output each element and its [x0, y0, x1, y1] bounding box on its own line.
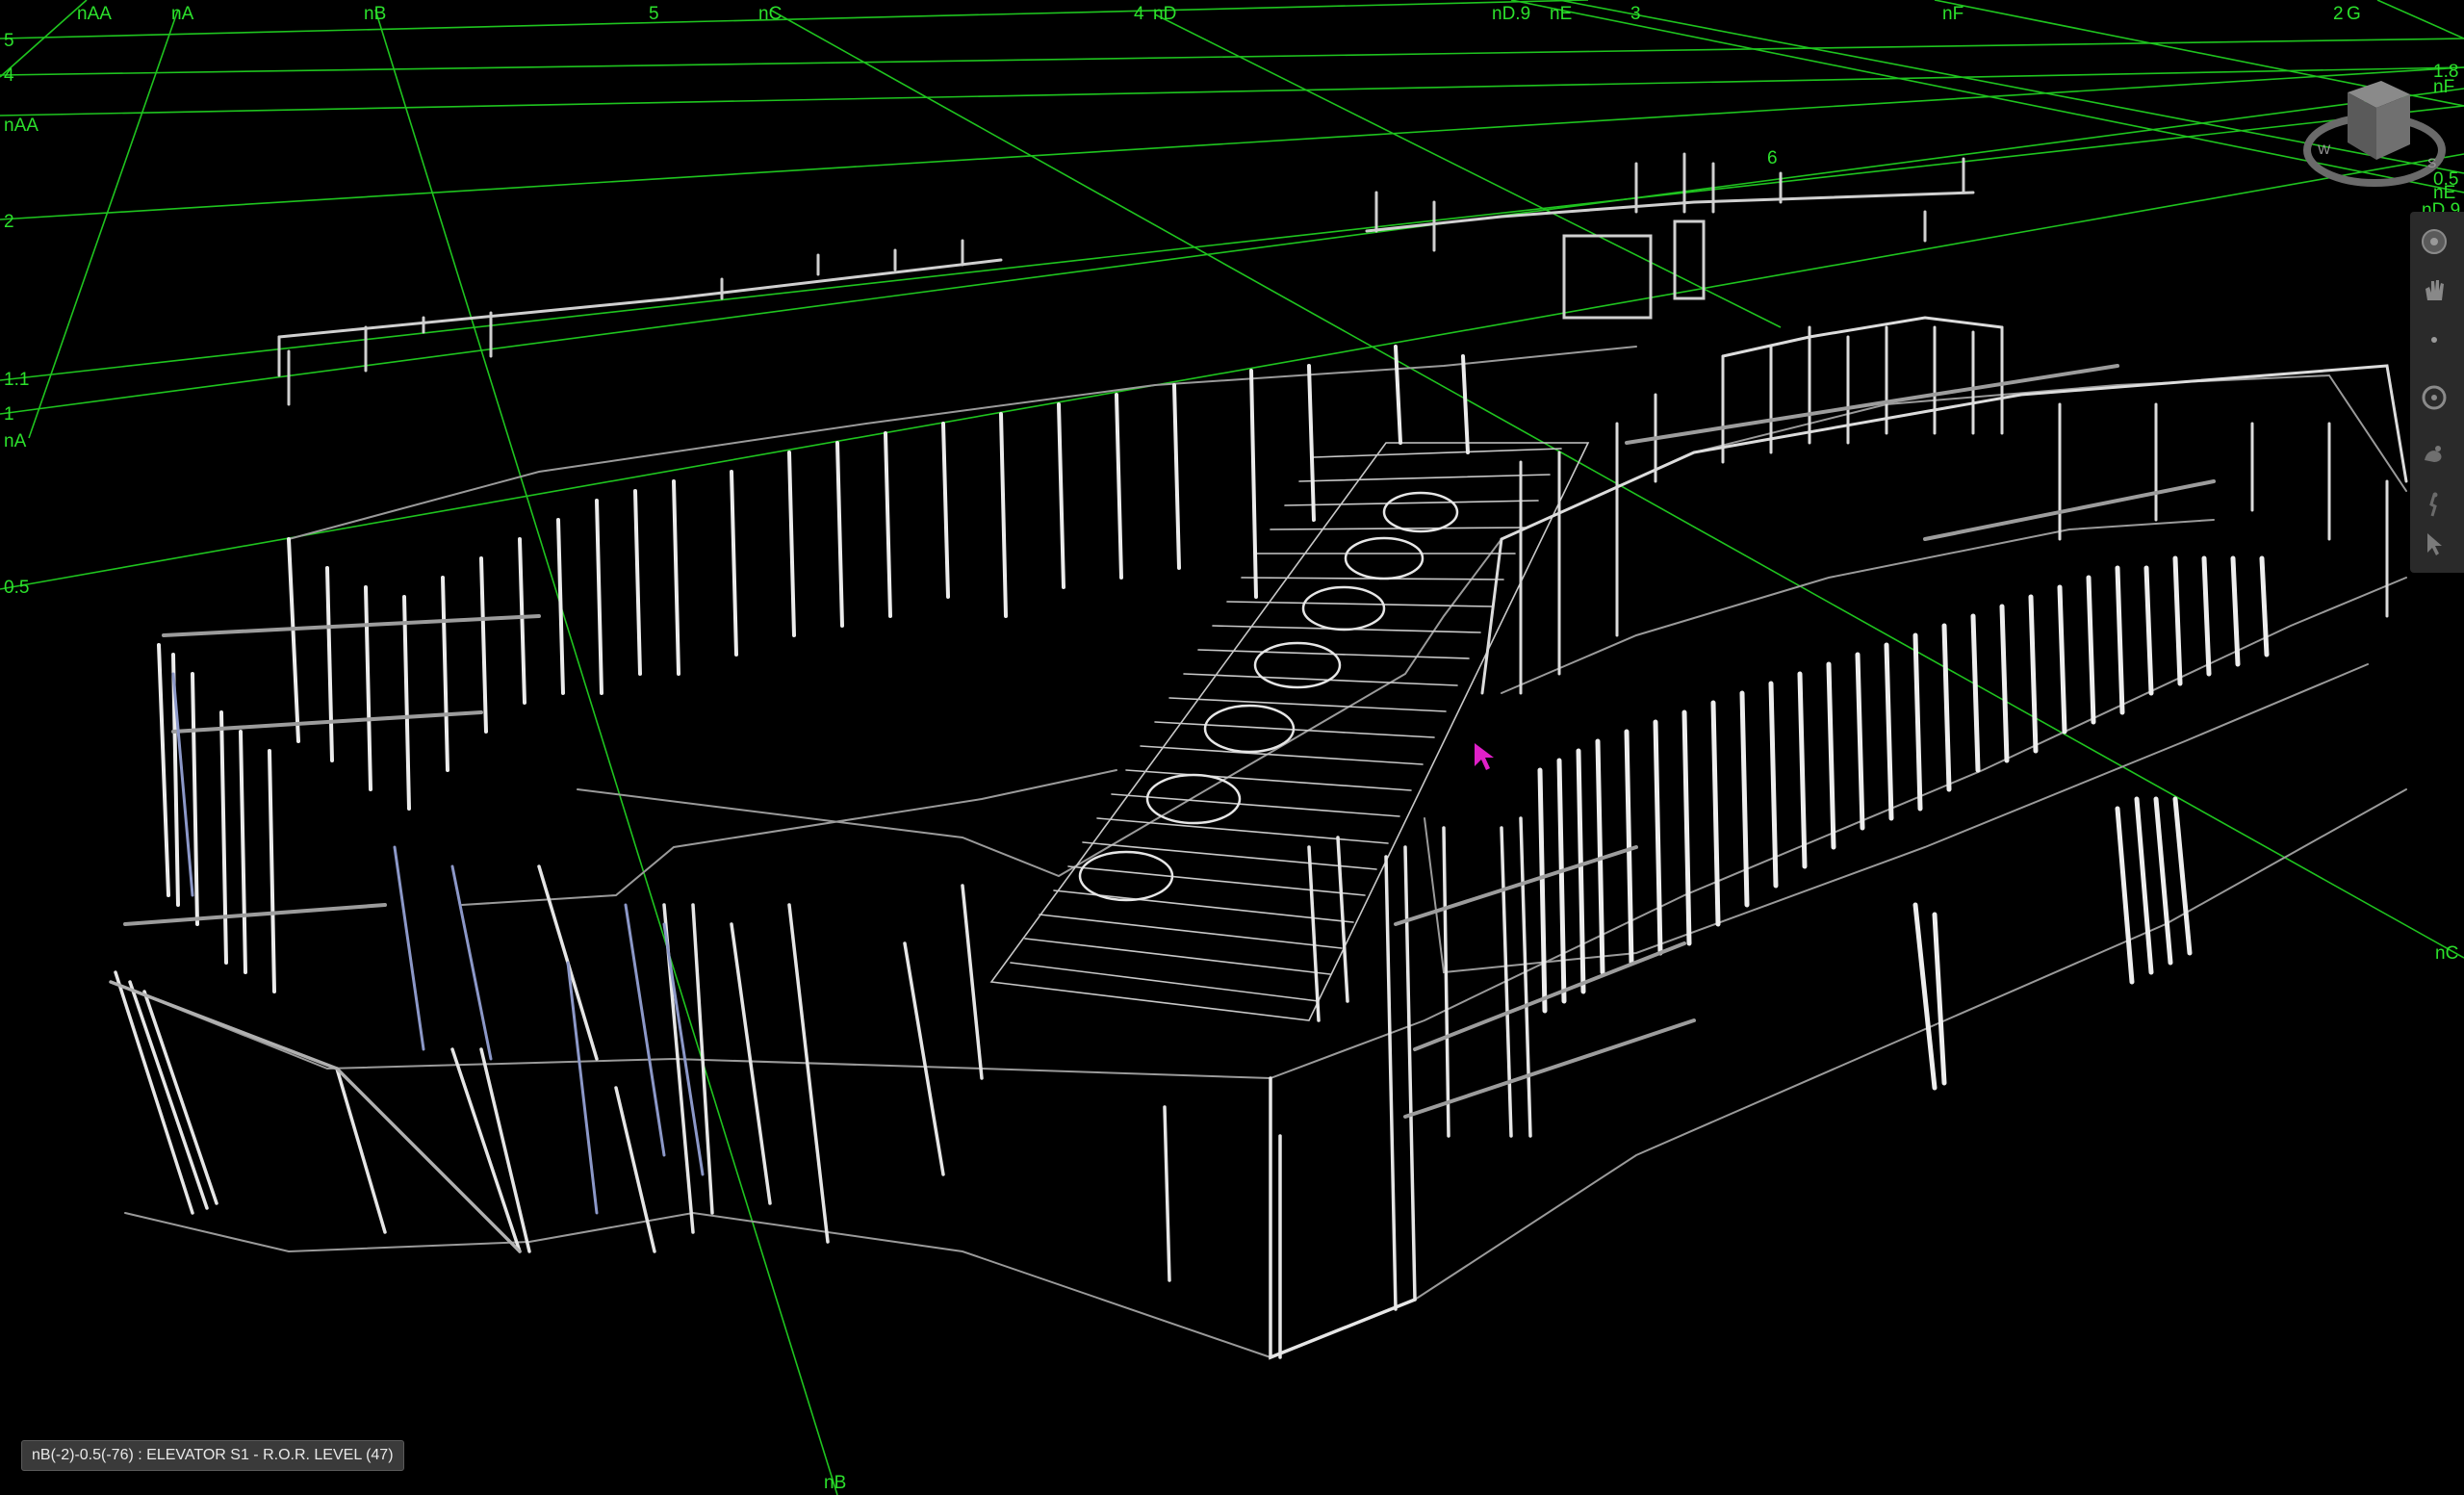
mouse-cursor-icon [1475, 743, 1494, 770]
grid-label: nD [1153, 4, 1176, 24]
pan-hand-icon[interactable] [2420, 275, 2454, 310]
grid-line-4 [0, 38, 2464, 76]
slab-outline [110, 346, 2407, 1359]
viewcube-icon: W S [2303, 81, 2446, 187]
central-gallery [989, 442, 1590, 1021]
grid-label: G [2347, 4, 2361, 24]
grid-label: 5 [649, 4, 659, 24]
grid-label: 4 [4, 65, 14, 86]
grid-label: nF [1942, 4, 1964, 24]
grid-label: 1.1 [4, 370, 29, 390]
far-walls [277, 152, 1975, 406]
grid-label: nE [1550, 4, 1572, 24]
grid-label: 6 [1767, 148, 1778, 168]
left-lower-walls [109, 864, 984, 1253]
grid-label: nA [171, 4, 194, 24]
orbit-icon[interactable] [2420, 383, 2454, 418]
grid-label: nC [2435, 943, 2458, 964]
look-icon[interactable] [2420, 439, 2454, 474]
right-walls [1537, 555, 2270, 1091]
grid-label: 2 [2333, 4, 2344, 24]
viewcube-face-s: S [2427, 155, 2436, 170]
grid-label: nB [364, 4, 386, 24]
grid-label: nAA [4, 116, 38, 136]
element-tooltip: nB(-2)-0.5(-76) : ELEVATOR S1 - R.O.R. L… [21, 1440, 404, 1471]
grid-label: 3 [1630, 4, 1641, 24]
grid-label: 1 [4, 404, 14, 425]
grid-label: 0.5 [4, 578, 29, 598]
zoom-icon[interactable] [2420, 325, 2454, 360]
grid-labels: nAA nA nB 5 nC 4 nD nD.9 nE 3 nF 2 G 5 4… [4, 4, 2460, 1493]
building-wireframe [109, 152, 2408, 1360]
grid-label: nD.9 [1492, 4, 1530, 24]
elevator-shaft [171, 672, 705, 1215]
steering-wheel-icon[interactable] [2420, 227, 2454, 262]
navigation-bar [2410, 212, 2464, 573]
grid-label: nC [758, 4, 782, 24]
viewcube-face-w: W [2318, 142, 2331, 157]
viewcube[interactable]: W S [2295, 54, 2454, 214]
grid-label: 4 [1134, 4, 1144, 24]
grid-label: 2 [4, 212, 14, 232]
select-arrow-icon[interactable] [2420, 529, 2454, 564]
left-walls [157, 345, 1470, 993]
grid-label: nAA [77, 4, 112, 24]
grid-label: nA [4, 431, 27, 451]
grid-label: nB [824, 1473, 846, 1493]
grid-label: 5 [4, 31, 14, 51]
wireframe-scene: nAA nA nB 5 nC 4 nD nD.9 nE 3 nF 2 G 5 4… [0, 0, 2464, 1495]
3d-model-viewport[interactable]: nAA nA nB 5 nC 4 nD nD.9 nE 3 nF 2 G 5 4… [0, 0, 2464, 1495]
walk-icon[interactable] [2420, 491, 2454, 526]
